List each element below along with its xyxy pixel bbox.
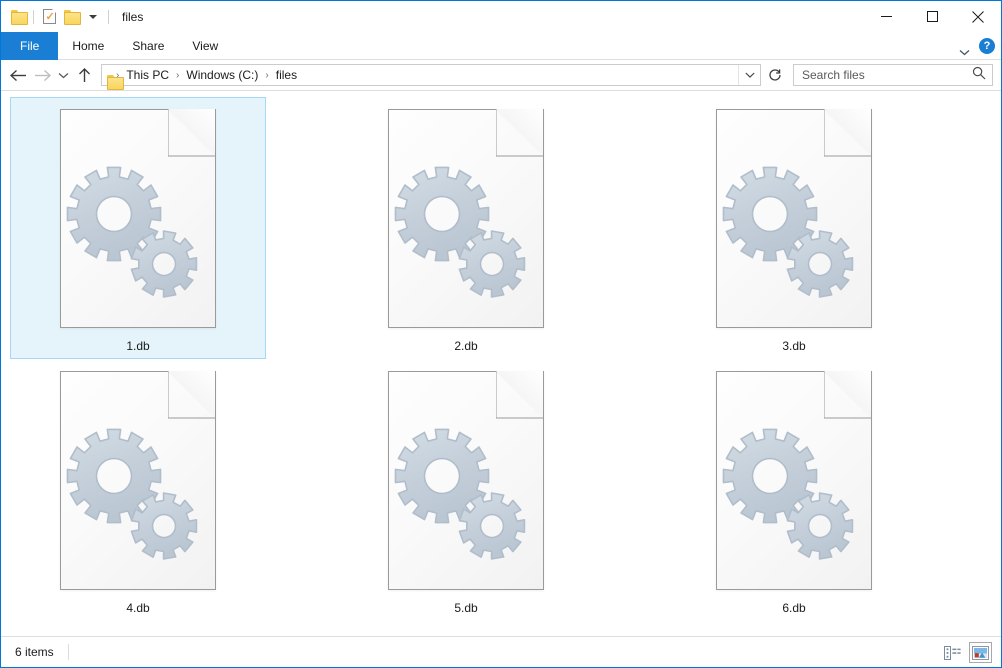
gears-icon (60, 371, 216, 590)
gears-icon (60, 109, 216, 328)
gear-small-icon (787, 231, 852, 297)
up-button[interactable] (72, 63, 96, 87)
breadcrumb-item-this-pc[interactable]: This PC (124, 68, 171, 82)
recent-locations-chevron-down-icon[interactable] (54, 63, 72, 87)
maximize-button[interactable] (909, 1, 955, 32)
new-folder-icon[interactable] (60, 6, 82, 28)
qat-separator-2 (108, 10, 109, 24)
gear-small-icon (459, 231, 524, 297)
quick-access-toolbar: ✓ (1, 1, 113, 32)
file-item[interactable]: 2.db (338, 97, 594, 359)
file-item[interactable]: 1.db (10, 97, 266, 359)
search-input[interactable]: Search files (793, 64, 993, 86)
file-icon (716, 109, 872, 328)
file-icon (716, 371, 872, 590)
search-placeholder: Search files (802, 68, 972, 82)
file-icon (388, 371, 544, 590)
explorer-window: ✓ files File Home Share V (0, 0, 1002, 668)
tab-view[interactable]: View (178, 32, 232, 60)
gear-small-icon (787, 493, 852, 559)
refresh-button[interactable] (763, 64, 787, 86)
properties-icon[interactable]: ✓ (38, 6, 60, 28)
file-name-label: 6.db (782, 601, 805, 615)
folder-icon[interactable] (7, 6, 29, 28)
file-item[interactable]: 6.db (666, 359, 922, 621)
file-grid: 1.db 2.db 3.db (10, 97, 1001, 621)
breadcrumb-separator-1: › (171, 70, 184, 81)
tab-home[interactable]: Home (58, 32, 118, 60)
tab-file[interactable]: File (1, 32, 58, 60)
chevron-down-icon[interactable] (82, 6, 104, 28)
file-list-view[interactable]: 1.db 2.db 3.db (1, 90, 1001, 636)
file-name-label: 2.db (454, 339, 477, 353)
forward-button[interactable] (30, 63, 54, 87)
file-icon (60, 109, 216, 328)
file-name-label: 3.db (782, 339, 805, 353)
file-icon (60, 371, 216, 590)
gear-small-icon (131, 493, 196, 559)
gears-icon (716, 371, 872, 590)
breadcrumb-separator-2: › (260, 70, 273, 81)
large-icons-view-button[interactable] (969, 642, 992, 663)
breadcrumb-item-windows-c[interactable]: Windows (C:) (184, 68, 260, 82)
item-count-label: 6 items (15, 645, 54, 659)
title-bar: ✓ files (1, 1, 1001, 32)
back-button[interactable] (6, 63, 30, 87)
file-item[interactable]: 4.db (10, 359, 266, 621)
search-icon[interactable] (972, 66, 986, 85)
window-title: files (122, 10, 143, 24)
status-separator (68, 644, 69, 660)
file-name-label: 1.db (126, 339, 149, 353)
ribbon-right-controls: ? (959, 32, 995, 60)
gear-small-icon (459, 493, 524, 559)
view-toggle-group (941, 637, 992, 668)
breadcrumb[interactable]: › This PC › Windows (C:) › files (101, 64, 761, 86)
tab-share[interactable]: Share (118, 32, 178, 60)
file-icon (388, 109, 544, 328)
expand-ribbon-chevron-down-icon[interactable] (959, 43, 968, 49)
qat-separator-1 (33, 10, 34, 24)
file-item[interactable]: 5.db (338, 359, 594, 621)
file-name-label: 5.db (454, 601, 477, 615)
gears-icon (388, 109, 544, 328)
minimize-button[interactable] (863, 1, 909, 32)
window-controls (863, 1, 1001, 32)
gear-small-icon (131, 231, 196, 297)
breadcrumb-chevron-down-icon[interactable] (738, 65, 760, 85)
file-name-label: 4.db (126, 601, 149, 615)
ribbon-tab-bar: File Home Share View ? (1, 32, 1001, 60)
address-bar: › This PC › Windows (C:) › files Search … (1, 60, 1001, 90)
gears-icon (716, 109, 872, 328)
status-bar: 6 items (1, 636, 1001, 667)
breadcrumb-item-files[interactable]: files (274, 68, 299, 82)
gears-icon (388, 371, 544, 590)
file-item[interactable]: 3.db (666, 97, 922, 359)
help-icon[interactable]: ? (979, 38, 995, 54)
details-view-button[interactable] (941, 642, 964, 663)
close-button[interactable] (955, 1, 1001, 32)
